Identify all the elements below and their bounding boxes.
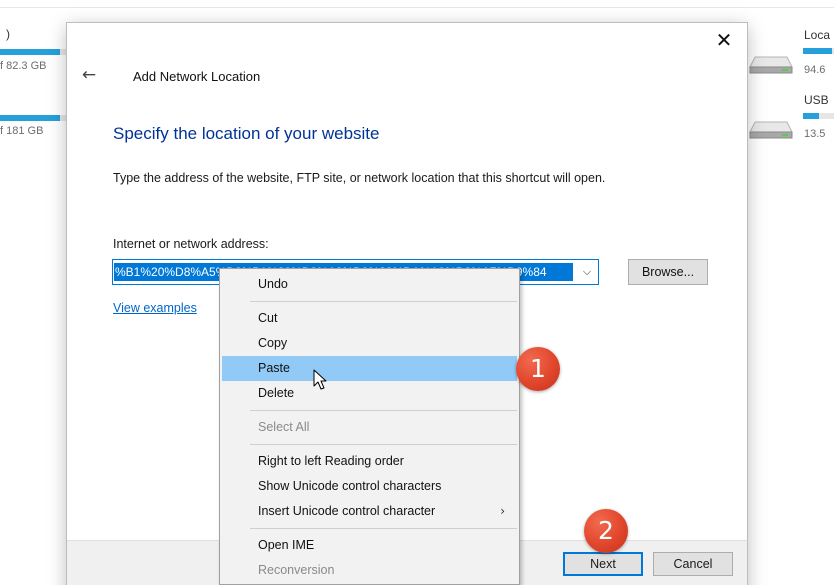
menu-item-show-unicode[interactable]: Show Unicode control characters — [220, 474, 519, 499]
chevron-right-icon: › — [500, 504, 505, 518]
next-button[interactable]: Next — [563, 552, 643, 576]
menu-separator — [250, 301, 517, 302]
menu-item-rtl-reading-order[interactable]: Right to left Reading order — [220, 449, 519, 474]
menu-separator — [250, 410, 517, 411]
right-drive-2-name: USB — [804, 93, 829, 107]
left-drive-2-size: f 181 GB — [0, 125, 44, 137]
menu-separator — [250, 528, 517, 529]
menu-item-paste[interactable]: Paste — [222, 356, 517, 381]
right-drive-2-usage-bar — [803, 113, 834, 119]
context-menu: Undo Cut Copy Paste Delete Select All Ri… — [219, 268, 520, 585]
left-drive-1-name: ) — [6, 27, 10, 41]
right-drive-2-size: 13.5 — [804, 128, 826, 140]
menu-item-cut[interactable]: Cut — [220, 306, 519, 331]
menu-item-reconversion: Reconversion — [258, 563, 335, 577]
right-drive-1-usage-bar — [803, 48, 834, 54]
page-heading: Specify the location of your website — [113, 124, 380, 143]
explorer-top-divider — [0, 7, 834, 8]
right-drive-1-size: 94.6 — [804, 64, 826, 76]
cancel-button[interactable]: Cancel — [653, 552, 733, 576]
browse-button[interactable]: Browse... — [628, 259, 708, 285]
left-drive-2-usage-bar — [0, 115, 67, 121]
step-1-badge: 1 — [516, 347, 560, 391]
dialog-title: Add Network Location — [133, 69, 261, 84]
menu-item-undo[interactable]: Undo — [220, 272, 519, 297]
instruction-text: Type the address of the website, FTP sit… — [113, 171, 606, 185]
address-field-label: Internet or network address: — [113, 237, 269, 251]
hard-drive-icon — [749, 56, 793, 74]
menu-item-select-all: Select All — [258, 420, 310, 434]
step-2-badge: 2 — [584, 509, 628, 553]
menu-item-copy[interactable]: Copy — [220, 331, 519, 356]
close-icon[interactable]: ✕ — [701, 23, 747, 59]
menu-item-open-ime[interactable]: Open IME — [220, 533, 519, 558]
back-arrow-icon[interactable]: ← — [77, 63, 101, 87]
right-drive-1-name: Loca — [804, 28, 831, 42]
left-drive-1-size: f 82.3 GB — [0, 60, 47, 72]
menu-item-insert-unicode[interactable]: Insert Unicode control character › — [220, 499, 519, 524]
left-drive-1-usage-bar — [0, 49, 67, 55]
usb-drive-icon — [749, 121, 793, 139]
view-examples-link[interactable]: View examples — [113, 301, 197, 315]
menu-separator — [250, 444, 517, 445]
chevron-down-icon[interactable]: ⌵ — [576, 260, 598, 284]
menu-item-insert-unicode-label: Insert Unicode control character — [258, 504, 436, 518]
mouse-pointer-icon — [313, 369, 327, 390]
menu-item-delete[interactable]: Delete — [220, 381, 519, 406]
